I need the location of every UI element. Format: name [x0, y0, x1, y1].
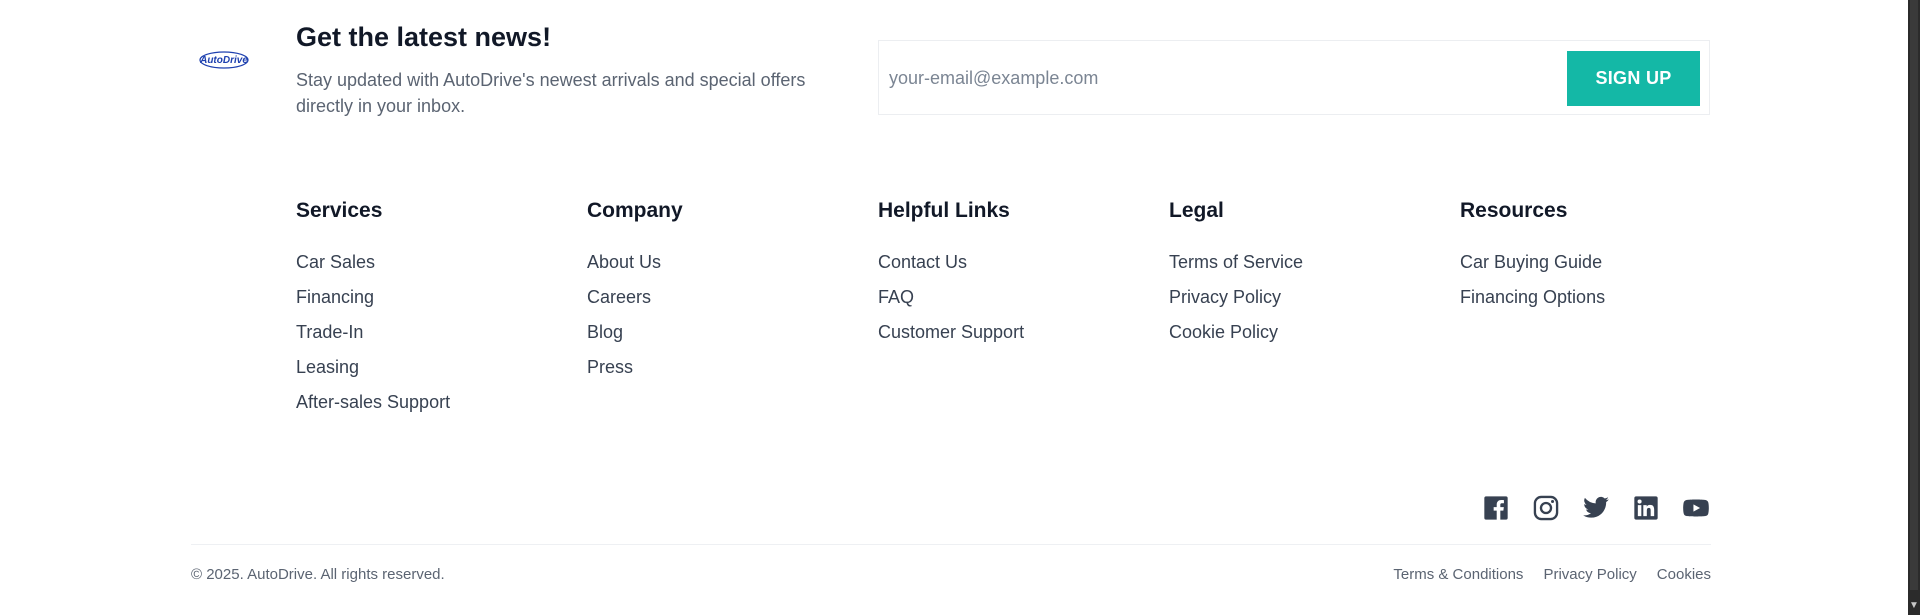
- newsletter-form: SIGN UP: [878, 40, 1710, 115]
- email-input[interactable]: [889, 53, 1539, 103]
- footer-column-services: Services Car Sales Financing Trade-In Le…: [296, 196, 556, 420]
- page-scrollbar[interactable]: ▼: [1908, 0, 1920, 615]
- footer-link-leasing[interactable]: Leasing: [296, 357, 359, 377]
- footer-link-press[interactable]: Press: [587, 357, 633, 377]
- newsletter-title: Get the latest news!: [296, 22, 552, 52]
- footer-link-financing-options[interactable]: Financing Options: [1460, 287, 1605, 307]
- bottom-link-privacy-policy[interactable]: Privacy Policy: [1543, 566, 1636, 583]
- youtube-icon[interactable]: [1682, 494, 1710, 522]
- newsletter-description: Stay updated with AutoDrive's newest arr…: [296, 70, 806, 116]
- signup-button[interactable]: SIGN UP: [1567, 51, 1700, 106]
- twitter-icon[interactable]: [1582, 494, 1610, 522]
- footer-column-helpful-links: Helpful Links Contact Us FAQ Customer Su…: [878, 196, 1138, 350]
- facebook-icon[interactable]: [1482, 494, 1510, 522]
- instagram-icon[interactable]: [1532, 494, 1560, 522]
- footer-link-careers[interactable]: Careers: [587, 287, 651, 307]
- column-title: Resources: [1460, 199, 1568, 222]
- copyright-text: © 2025. AutoDrive. All rights reserved.: [191, 566, 445, 583]
- bottom-link-terms-conditions[interactable]: Terms & Conditions: [1393, 566, 1523, 583]
- footer-column-legal: Legal Terms of Service Privacy Policy Co…: [1169, 196, 1429, 350]
- bottom-links: Terms & Conditions Privacy Policy Cookie…: [1393, 566, 1711, 583]
- footer-link-privacy-policy[interactable]: Privacy Policy: [1169, 287, 1281, 307]
- column-title: Helpful Links: [878, 199, 1010, 222]
- footer-divider: [191, 544, 1711, 545]
- column-title: Legal: [1169, 199, 1224, 222]
- footer-link-blog[interactable]: Blog: [587, 322, 623, 342]
- footer-link-about-us[interactable]: About Us: [587, 252, 661, 272]
- svg-text:AutoDrive: AutoDrive: [199, 55, 248, 66]
- footer-link-financing[interactable]: Financing: [296, 287, 374, 307]
- column-title: Company: [587, 199, 683, 222]
- footer-column-company: Company About Us Careers Blog Press: [587, 196, 847, 385]
- autodrive-logo[interactable]: AutoDrive: [198, 49, 250, 71]
- footer-link-customer-support[interactable]: Customer Support: [878, 322, 1024, 342]
- linkedin-icon[interactable]: [1632, 494, 1660, 522]
- footer-link-car-sales[interactable]: Car Sales: [296, 252, 375, 272]
- footer-column-resources: Resources Car Buying Guide Financing Opt…: [1460, 196, 1720, 315]
- footer-link-car-buying-guide[interactable]: Car Buying Guide: [1460, 252, 1602, 272]
- scrollbar-thumb[interactable]: [1910, 0, 1918, 590]
- footer-link-faq[interactable]: FAQ: [878, 287, 914, 307]
- bottom-link-cookies[interactable]: Cookies: [1657, 566, 1711, 583]
- footer-link-contact-us[interactable]: Contact Us: [878, 252, 967, 272]
- scroll-down-arrow-icon[interactable]: ▼: [1908, 597, 1920, 615]
- footer-link-after-sales-support[interactable]: After-sales Support: [296, 392, 450, 412]
- footer-link-trade-in[interactable]: Trade-In: [296, 322, 363, 342]
- footer-link-terms-of-service[interactable]: Terms of Service: [1169, 252, 1303, 272]
- column-title: Services: [296, 199, 383, 222]
- footer-link-cookie-policy[interactable]: Cookie Policy: [1169, 322, 1278, 342]
